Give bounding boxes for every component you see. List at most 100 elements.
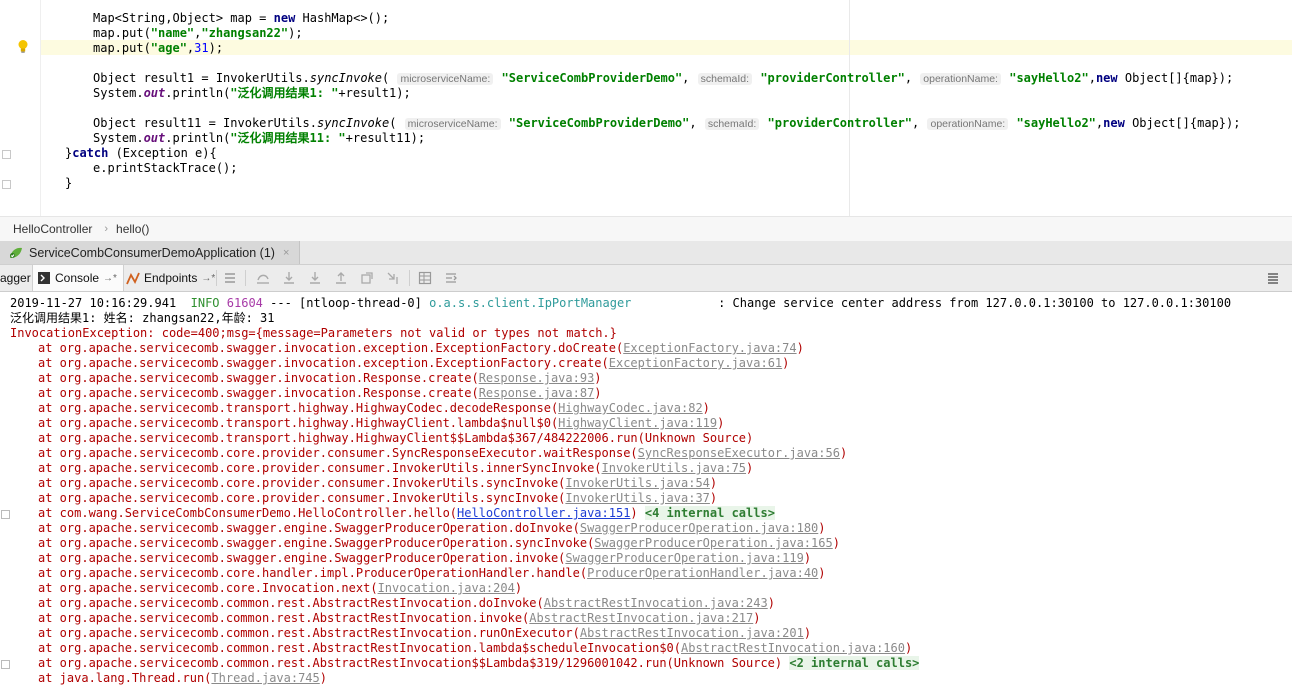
stack-frame: at org.apache.servicecomb.common.rest.Ab… (38, 641, 912, 656)
source-link[interactable]: AbstractRestInvocation.java:243 (544, 596, 768, 610)
stack-frame-text: at org.apache.servicecomb.core.Invocatio… (38, 581, 378, 595)
step-into-icon[interactable] (282, 271, 296, 285)
expand-icon[interactable] (1, 510, 10, 519)
internal-calls-toggle[interactable]: <4 internal calls> (644, 506, 775, 520)
close-icon[interactable]: × (283, 247, 289, 259)
stack-frame: at org.apache.servicecomb.common.rest.Ab… (38, 611, 760, 626)
stack-frame-tail: ) (803, 551, 812, 565)
stack-frame: at org.apache.servicecomb.core.provider.… (38, 476, 717, 491)
chevron-right-icon: › (104, 223, 109, 235)
stack-frame-text: at org.apache.servicecomb.swagger.invoca… (38, 356, 609, 370)
stack-frame-tail: ) (818, 566, 826, 580)
stack-frame: at org.apache.servicecomb.common.rest.Ab… (38, 656, 920, 671)
stack-frame-text: at org.apache.servicecomb.swagger.engine… (38, 536, 595, 550)
stack-frame-tail: ) (702, 401, 710, 415)
source-link[interactable]: InvokerUtils.java:37 (565, 491, 710, 505)
step-out-icon[interactable] (334, 271, 348, 285)
tab-run-configuration[interactable]: ServiceCombConsumerDemoApplication (1) × (0, 241, 301, 264)
stack-frame-text: at org.apache.servicecomb.common.rest.Ab… (38, 656, 790, 670)
code-line: System.out.println("泛化调用结果11: "+result11… (93, 131, 426, 145)
source-link[interactable]: AbstractRestInvocation.java:217 (529, 611, 753, 625)
source-link[interactable]: InvokerUtils.java:75 (602, 461, 747, 475)
stack-frame: at org.apache.servicecomb.common.rest.Ab… (38, 596, 775, 611)
step-over-icon[interactable] (256, 271, 270, 285)
console-toolbar: agger Console →* Endpoints →* (0, 265, 1292, 292)
code-editor[interactable]: Map<String,Object> map = new HashMap<>()… (0, 0, 1292, 216)
stack-frame: at org.apache.servicecomb.core.provider.… (38, 446, 847, 461)
stack-frame: at org.apache.servicecomb.swagger.invoca… (38, 341, 804, 356)
stack-frame-tail: ) (839, 446, 848, 460)
stack-frame-tail: ) (594, 386, 602, 400)
source-link[interactable]: HighwayCodec.java:82 (558, 401, 703, 415)
pin-icon[interactable]: →* (201, 273, 215, 284)
right-margin-guide (849, 0, 850, 216)
fold-marker-icon[interactable] (2, 180, 11, 189)
drop-frame-icon[interactable] (360, 271, 374, 285)
source-link[interactable]: Thread.java:745 (211, 671, 319, 685)
breadcrumb-class[interactable]: HelloController (13, 222, 92, 236)
stack-frame-text: at org.apache.servicecomb.swagger.invoca… (38, 341, 624, 355)
source-link[interactable]: AbstractRestInvocation.java:201 (580, 626, 804, 640)
stack-frame-tail: ) (832, 536, 840, 550)
expand-icon[interactable] (1, 660, 10, 669)
source-link[interactable]: ExceptionFactory.java:74 (623, 341, 796, 355)
source-link[interactable]: HighwayClient.java:119 (558, 416, 717, 430)
toolbar-divider (245, 270, 246, 286)
tab-console-label: Console (55, 271, 100, 285)
source-link[interactable]: InvokerUtils.java:54 (565, 476, 710, 490)
stack-frame: at org.apache.servicecomb.common.rest.Ab… (38, 626, 811, 641)
trace-icon[interactable] (444, 271, 458, 285)
stack-frame-text: at org.apache.servicecomb.swagger.invoca… (38, 371, 479, 385)
code-line: }catch (Exception e){ (65, 146, 217, 160)
stack-frame: at org.apache.servicecomb.core.provider.… (38, 461, 753, 476)
stack-frame-text: at org.apache.servicecomb.common.rest.Ab… (38, 611, 530, 625)
stack-frame-text: at org.apache.servicecomb.common.rest.Ab… (38, 641, 681, 655)
stack-frame-tail: ) (904, 641, 913, 655)
tab-console[interactable]: Console →* (32, 265, 124, 291)
source-link[interactable]: Response.java:87 (479, 386, 595, 400)
source-link[interactable]: SyncResponseExecutor.java:56 (638, 446, 840, 460)
stack-frame-text: at org.apache.servicecomb.core.provider.… (38, 446, 638, 460)
run-to-cursor-icon[interactable] (386, 271, 400, 285)
stack-frame: at org.apache.servicecomb.core.Invocatio… (38, 581, 522, 596)
source-link[interactable]: SwaggerProducerOperation.java:180 (580, 521, 818, 535)
source-link[interactable]: ProducerOperationHandler.java:40 (587, 566, 818, 580)
breadcrumb-method[interactable]: hello() (116, 222, 149, 236)
stack-frame: at org.apache.servicecomb.core.handler.i… (38, 566, 826, 581)
source-link[interactable]: ExceptionFactory.java:61 (609, 356, 782, 370)
source-link[interactable]: SwaggerProducerOperation.java:165 (594, 536, 832, 550)
force-step-into-icon[interactable] (308, 271, 322, 285)
menu-icon[interactable] (223, 271, 237, 285)
fold-marker-icon[interactable] (2, 150, 11, 159)
stack-frame: at com.wang.ServiceCombConsumerDemo.Hell… (38, 506, 775, 521)
source-link[interactable]: HelloController.java:151 (457, 506, 630, 520)
stack-frame-tail: ) (709, 476, 718, 490)
code-line: Map<String,Object> map = new HashMap<>()… (93, 11, 390, 25)
stack-frame-tail: ) (818, 521, 826, 535)
evaluate-icon[interactable] (418, 271, 432, 285)
stack-frame-text: at org.apache.servicecomb.transport.high… (38, 401, 559, 415)
source-link[interactable]: AbstractRestInvocation.java:160 (681, 641, 905, 655)
stack-frame-tail: ) (709, 491, 718, 505)
internal-calls-toggle[interactable]: <2 internal calls> (789, 656, 920, 670)
stack-frame-tail: ) (796, 341, 804, 355)
run-tab-label: ServiceCombConsumerDemoApplication (1) (29, 245, 275, 260)
stack-frame-text: at org.apache.servicecomb.swagger.invoca… (38, 386, 479, 400)
lightbulb-icon[interactable] (17, 39, 29, 54)
source-link[interactable]: SwaggerProducerOperation.java:119 (565, 551, 803, 565)
code-line: e.printStackTrace(); (93, 161, 238, 175)
source-link[interactable]: Invocation.java:204 (378, 581, 515, 595)
stack-frame-tail: ) (753, 611, 761, 625)
toolbar-divider (409, 270, 410, 286)
spring-boot-icon (10, 247, 22, 258)
layout-menu-icon[interactable] (1266, 271, 1280, 285)
code-line: map.put("age",31); (93, 41, 224, 55)
console-output[interactable]: 2019-11-27 10:16:29.941 INFO 61604 --- [… (0, 292, 1292, 693)
stack-frame-tail: ) (514, 581, 523, 595)
stack-frame-text: at java.lang.Thread.run( (38, 671, 212, 685)
tab-swagger[interactable]: agger (0, 265, 31, 291)
source-link[interactable]: Response.java:93 (479, 371, 595, 385)
exception-line: InvocationException: code=400;msg={messa… (10, 326, 617, 340)
pin-icon[interactable]: →* (103, 273, 117, 284)
tab-endpoints[interactable]: Endpoints →* (122, 265, 219, 291)
